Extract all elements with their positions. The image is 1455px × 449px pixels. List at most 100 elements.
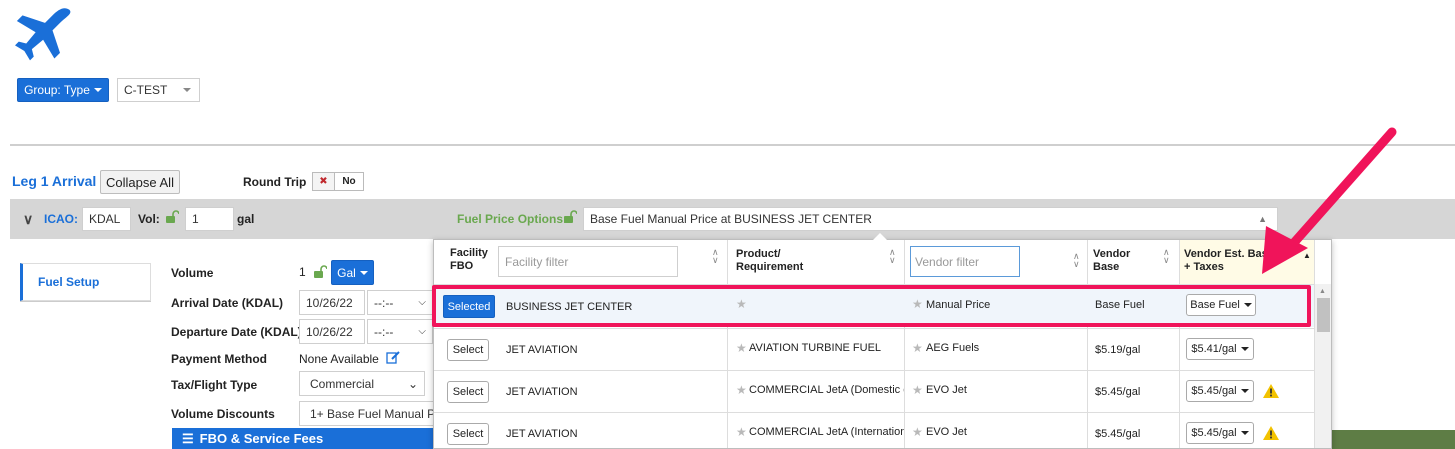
row-divider	[434, 412, 1314, 413]
sort-icon[interactable]: ∧ ∨	[712, 248, 719, 265]
vendor-est-dropdown[interactable]: $5.45/gal	[1186, 380, 1254, 402]
list-icon: ☰	[182, 430, 194, 446]
airplane-logo-icon	[15, 8, 71, 61]
fuel-price-options-select[interactable]: Base Fuel Manual Price at BUSINESS JET C…	[583, 207, 1278, 231]
arrival-date-input[interactable]: 10/26/22	[299, 290, 365, 315]
arrival-date-label: Arrival Date (KDAL)	[171, 296, 284, 310]
group-type-label: Group: Type	[24, 83, 90, 97]
vendor-filter-input[interactable]: Vendor filter	[910, 246, 1020, 277]
volume-unit-button[interactable]: Gal	[331, 260, 374, 285]
collapse-all-button[interactable]: Collapse All	[100, 170, 180, 194]
vendor-cell: AEG Fuels	[926, 342, 980, 354]
vendor-base-cell: $5.19/gal	[1095, 344, 1141, 356]
round-trip-label: Round Trip	[243, 175, 307, 189]
row-divider	[434, 370, 1314, 371]
column-separator	[727, 240, 728, 448]
vendor-base-cell: $5.45/gal	[1095, 386, 1141, 398]
chevron-down-icon	[93, 88, 102, 92]
chevron-down-icon	[1240, 347, 1249, 351]
col-header-vendor-base[interactable]: Vendor Base	[1093, 248, 1143, 274]
sort-icon[interactable]: ∧ ∨	[1163, 248, 1170, 265]
scroll-up-icon[interactable]: ▲	[1319, 288, 1326, 295]
star-icon[interactable]: ★	[912, 383, 923, 397]
scrollbar-thumb[interactable]	[1317, 298, 1330, 332]
star-icon[interactable]: ★	[912, 425, 923, 439]
chevron-down-icon: ⌵	[418, 326, 426, 337]
chevron-down-icon	[183, 88, 191, 92]
chevron-down-icon	[1240, 389, 1249, 393]
vendor-est-value: $5.45/gal	[1191, 385, 1237, 397]
unlock-icon[interactable]	[165, 210, 179, 224]
sort-icon[interactable]: ∧ ∨	[1073, 252, 1080, 269]
vendor-cell: EVO Jet	[926, 384, 967, 396]
round-trip-toggle[interactable]: ✖ No	[312, 172, 364, 191]
group-type-button[interactable]: Group: Type	[17, 78, 109, 102]
volume-discounts-label: Volume Discounts	[171, 407, 275, 421]
warning-icon[interactable]	[1262, 383, 1280, 399]
volume-value: 1	[299, 265, 306, 279]
select-button[interactable]: Select	[447, 381, 489, 403]
sort-icon[interactable]: ∧ ∨	[889, 248, 896, 265]
chevron-down-icon: ⌵	[418, 297, 426, 308]
volume-unit-label: Gal	[337, 265, 356, 280]
column-separator	[1087, 240, 1088, 448]
facility-filter-input[interactable]: Facility filter	[498, 246, 678, 277]
close-icon: ✖	[313, 173, 335, 190]
vendor-filter-placeholder: Vendor filter	[915, 254, 980, 269]
vendor-est-value: $5.41/gal	[1191, 343, 1237, 355]
departure-date-input[interactable]: 10/26/22	[299, 319, 365, 344]
vendor-est-value: $5.45/gal	[1191, 427, 1237, 439]
vol-label: Vol:	[138, 212, 160, 226]
star-icon[interactable]: ★	[736, 383, 747, 397]
chevron-down-icon[interactable]: ∨	[23, 211, 33, 228]
fuel-price-options-dropdown: Facility FBO Facility filter ∧ ∨ Product/…	[433, 239, 1332, 449]
select-button[interactable]: Select	[447, 423, 489, 445]
facility-cell: JET AVIATION	[506, 386, 578, 398]
vendor-est-dropdown[interactable]: $5.45/gal	[1186, 422, 1254, 444]
departure-time-value: --:--	[374, 324, 394, 339]
star-icon[interactable]: ★	[736, 425, 747, 439]
vol-input[interactable]: 1	[185, 207, 234, 231]
fbo-service-fees-header[interactable]: ☰ FBO & Service Fees	[172, 428, 434, 449]
aircraft-select[interactable]: C-TEST	[117, 78, 200, 102]
edit-icon[interactable]	[386, 350, 400, 364]
tax-flight-type-select[interactable]: Commercial ⌄	[299, 371, 425, 396]
payment-method-value: None Available	[299, 352, 379, 366]
warning-icon[interactable]	[1262, 425, 1280, 441]
facility-cell: JET AVIATION	[506, 428, 578, 440]
tab-fuel-setup[interactable]: Fuel Setup	[20, 263, 151, 301]
product-cell: COMMERCIAL JetA (Internation	[749, 426, 904, 438]
volume-discounts-select[interactable]: 1+ Base Fuel Manual Pr	[299, 401, 434, 426]
departure-date-label: Departure Date (KDAL)	[171, 325, 302, 339]
fuel-price-options-label: Fuel Price Options:	[457, 212, 568, 226]
facility-cell: JET AVIATION	[506, 344, 578, 356]
dropdown-pointer	[873, 233, 887, 240]
leg-title: Leg 1 Arrival	[12, 173, 97, 189]
vendor-est-dropdown[interactable]: $5.41/gal	[1186, 338, 1254, 360]
product-cell: COMMERCIAL JetA (Domestic c	[749, 384, 904, 396]
icao-input[interactable]: KDAL	[82, 207, 131, 231]
chevron-down-icon	[1240, 431, 1249, 435]
volume-label: Volume	[171, 266, 214, 280]
round-trip-value: No	[342, 176, 356, 187]
highlight-box	[432, 285, 1311, 327]
col-header-facility[interactable]: Facility FBO	[450, 247, 490, 273]
vol-unit: gal	[237, 212, 255, 226]
departure-time-input[interactable]: --:-- ⌵	[367, 319, 433, 344]
payment-method-label: Payment Method	[171, 352, 268, 366]
tax-flight-type-value: Commercial	[310, 376, 375, 391]
facility-filter-placeholder: Facility filter	[505, 254, 569, 269]
unlock-icon[interactable]	[313, 265, 327, 279]
vendor-base-cell: $5.45/gal	[1095, 428, 1141, 440]
star-icon[interactable]: ★	[736, 341, 747, 355]
chevron-down-icon: ⌄	[407, 376, 418, 391]
select-button[interactable]: Select	[447, 339, 489, 361]
product-cell: AVIATION TURBINE FUEL	[749, 342, 882, 354]
col-header-product[interactable]: Product/ Requirement	[736, 248, 846, 274]
unlock-icon[interactable]	[563, 210, 577, 224]
arrival-time-input[interactable]: --:-- ⌵	[367, 290, 433, 315]
arrival-time-value: --:--	[374, 295, 394, 310]
row-divider	[434, 328, 1314, 329]
star-icon[interactable]: ★	[912, 341, 923, 355]
fuel-price-options-value: Base Fuel Manual Price at BUSINESS JET C…	[590, 212, 872, 226]
